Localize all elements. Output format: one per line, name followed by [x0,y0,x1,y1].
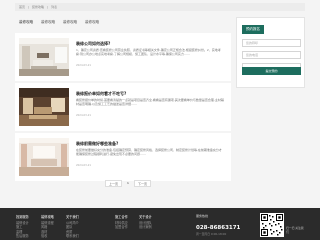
tab-3[interactable]: 装修攻略 [59,17,81,28]
breadcrumb-current: 列表 [51,5,58,9]
footer-column: 关于我们 公司简介 团队 资质 联系我们 [66,214,79,238]
footer-column-heading: 施工合作 [115,215,128,219]
service-hours: 周一至周日 9:00-18:00 [196,232,227,236]
article-thumbnail[interactable] [19,38,69,76]
article-title[interactable]: 装修公司如何选择? [76,41,110,47]
footer-link[interactable]: 售后服务 [16,234,29,238]
footer-column: 找到服务 装修设计 施工 监理 售后服务 [16,214,29,238]
footer-link[interactable]: 联系我们 [66,234,79,238]
breadcrumb: 首页 | 装修攻略 | 列表 [15,3,305,11]
footer-column-heading: 关于我们 [66,215,79,219]
hotline-number: 028-86863171 [196,225,241,231]
prev-page-button[interactable]: 上一页 [105,180,123,187]
footer-column-heading: 找到服务 [16,215,29,219]
footer-contact: 服务热线 028-86863171 周一至周日 9:00-18:00 [196,214,240,236]
article-summary: 看装修报价单的时候,首要看清楚的一点就是项目是否齐全,看看是否有漏项,其次要看单… [76,98,224,107]
category-tabs: 装修攻略 装修攻略 装修攻略 装修攻略 [15,17,232,28]
article-card[interactable]: 装修报价单如何看才不吃亏? 看装修报价单的时候,首要看清楚的一点就是项目是否齐全… [15,83,231,131]
article-title[interactable]: 装修报价单如何看才不吃亏? [76,91,126,97]
article-date: 2024-03-21 [76,114,92,117]
qr-caption: 扫一扫 关注我们 [286,226,304,234]
article-summary: 1、确定公司资质:查看装修公司营业执照、资质证书等相关文件,确定公司正规合法,规… [76,48,221,57]
footer-column-heading: 关于设计 [139,215,152,219]
article-card[interactable]: 装修前需做好哪些准备? 在装修前要做好充分的准备,包括确定预算、确定装修风格、选… [15,133,231,181]
submit-button[interactable]: 提交预约 [242,67,301,75]
tab-1[interactable]: 装修攻略 [15,17,37,28]
footer-link[interactable]: 设计案例 [139,225,152,229]
breadcrumb-home[interactable]: 首页 [19,5,25,9]
hotline-label: 服务热线 [196,214,209,218]
booking-form: 预约报名 您的称呼 您的电话 提交预约 [236,17,305,88]
tab-4[interactable]: 装修攻略 [81,17,103,28]
footer-column-heading: 装修攻略 [41,215,54,219]
pagination: 上一页 1 下一页 [105,180,151,187]
footer-column: 关于设计 设计团队 设计案例 [139,214,152,230]
breadcrumb-category[interactable]: 装修攻略 [32,5,44,9]
footer-link[interactable]: 验收 [41,234,54,238]
phone-input[interactable]: 您的电话 [242,51,301,59]
article-date: 2024-03-21 [76,64,92,67]
article-thumbnail[interactable] [19,138,69,176]
booking-form-heading: 预约报名 [242,25,264,34]
tab-2[interactable]: 装修攻略 [37,17,59,28]
footer-link[interactable]: 加盟合作 [115,225,128,229]
qr-code-icon [260,213,284,237]
footer-column: 施工合作 材料供应 加盟合作 [115,214,128,230]
article-date: 2024-03-21 [76,164,92,167]
article-card[interactable]: 装修公司如何选择? 1、确定公司资质:查看装修公司营业执照、资质证书等相关文件,… [15,33,231,81]
next-page-button[interactable]: 下一页 [133,180,151,187]
article-thumbnail[interactable] [19,88,69,126]
article-title[interactable]: 装修前需做好哪些准备? [76,141,118,147]
name-input[interactable]: 您的称呼 [242,39,301,47]
current-page[interactable]: 1 [124,180,132,187]
footer: 找到服务 装修设计 施工 监理 售后服务 装修攻略 装修流程 风格 选材 验收 … [0,208,320,240]
footer-column: 装修攻略 装修流程 风格 选材 验收 [41,214,54,238]
article-summary: 在装修前要做好充分的准备,包括确定预算、确定装修风格、选择装修公司、制定装修计划… [76,148,222,157]
